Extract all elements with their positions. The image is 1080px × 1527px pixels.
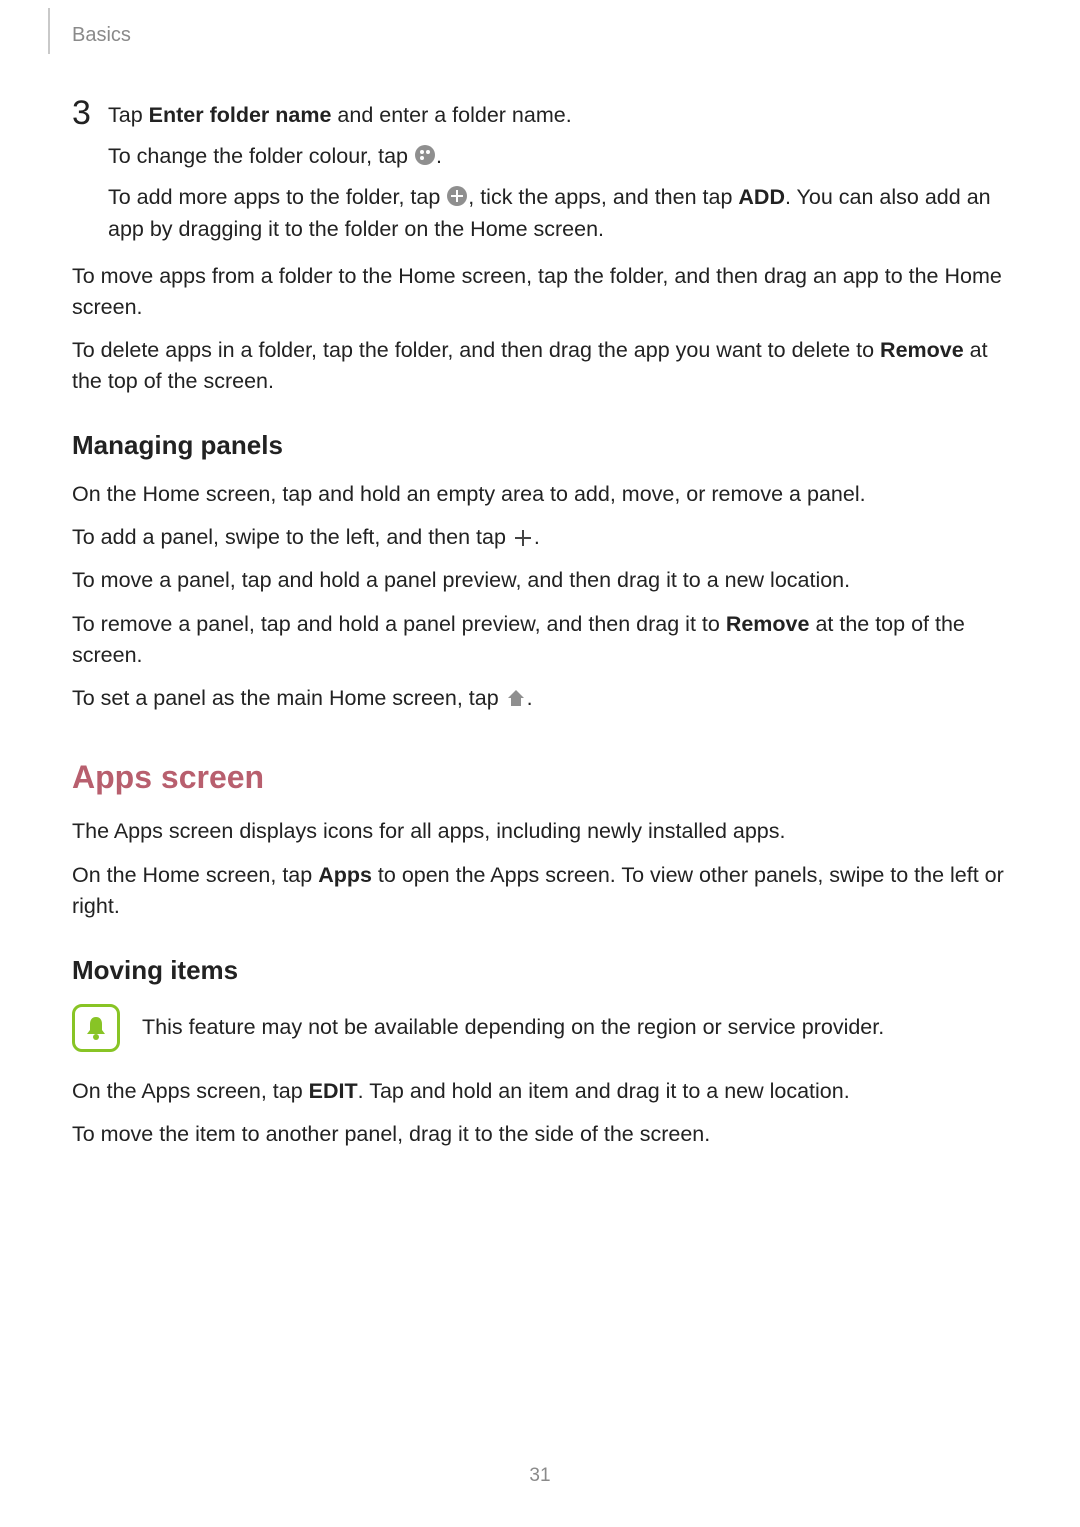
mp-p5: To set a panel as the main Home screen, …	[72, 683, 1008, 714]
plus-icon	[512, 527, 534, 549]
home-icon	[505, 687, 527, 709]
bold-text: Apps	[318, 863, 372, 887]
note-row: This feature may not be available depend…	[72, 1004, 1008, 1052]
folder-move-para: To move apps from a folder to the Home s…	[72, 261, 1008, 323]
text: To add more apps to the folder, tap	[108, 185, 446, 209]
bold-text: Enter folder name	[149, 103, 332, 127]
manual-page: Basics 3 Tap Enter folder name and enter…	[0, 0, 1080, 1527]
bold-text: ADD	[738, 185, 785, 209]
text: On the Home screen, tap	[72, 863, 318, 887]
text: To change the folder colour, tap	[108, 144, 414, 168]
step-3: 3 Tap Enter folder name and enter a fold…	[72, 100, 1008, 255]
text: and enter a folder name.	[331, 103, 571, 127]
text: To delete apps in a folder, tap the fold…	[72, 338, 880, 362]
text: . Tap and hold an item and drag it to a …	[358, 1079, 850, 1103]
chapter-label: Basics	[72, 24, 131, 47]
mp-p1: On the Home screen, tap and hold an empt…	[72, 479, 1008, 510]
mp-p2: To add a panel, swipe to the left, and t…	[72, 522, 1008, 553]
mi-p2: To move the item to another panel, drag …	[72, 1119, 1008, 1150]
text: To set a panel as the main Home screen, …	[72, 686, 505, 710]
text: To add a panel, swipe to the left, and t…	[72, 525, 512, 549]
mi-p1: On the Apps screen, tap EDIT. Tap and ho…	[72, 1076, 1008, 1107]
text: , tick the apps, and then tap	[468, 185, 738, 209]
step3-line3: To add more apps to the folder, tap , ti…	[108, 182, 1008, 244]
page-content: 3 Tap Enter folder name and enter a fold…	[72, 100, 1008, 1150]
bold-text: EDIT	[309, 1079, 358, 1103]
mp-p4: To remove a panel, tap and hold a panel …	[72, 609, 1008, 671]
palette-icon	[414, 144, 436, 166]
heading-apps-screen: Apps screen	[72, 754, 1008, 800]
text: .	[436, 144, 442, 168]
step-number: 3	[72, 96, 108, 132]
folder-paragraphs: To move apps from a folder to the Home s…	[72, 261, 1008, 398]
heading-moving-items: Moving items	[72, 952, 1008, 990]
note-text: This feature may not be available depend…	[142, 1012, 884, 1043]
as-p2: On the Home screen, tap Apps to open the…	[72, 860, 1008, 922]
bold-text: Remove	[726, 612, 810, 636]
bell-icon	[81, 1013, 111, 1043]
add-circle-icon	[446, 185, 468, 207]
step3-line1: Tap Enter folder name and enter a folder…	[108, 100, 1008, 131]
page-number: 31	[0, 1465, 1080, 1487]
bold-text: Remove	[880, 338, 964, 362]
text: .	[527, 686, 533, 710]
as-p1: The Apps screen displays icons for all a…	[72, 816, 1008, 847]
folder-delete-para: To delete apps in a folder, tap the fold…	[72, 335, 1008, 397]
step-body: Tap Enter folder name and enter a folder…	[108, 100, 1008, 255]
note-icon	[72, 1004, 120, 1052]
text: .	[534, 525, 540, 549]
text: On the Apps screen, tap	[72, 1079, 309, 1103]
step3-line2: To change the folder colour, tap .	[108, 141, 1008, 172]
mp-p3: To move a panel, tap and hold a panel pr…	[72, 565, 1008, 596]
heading-managing-panels: Managing panels	[72, 427, 1008, 465]
text: To remove a panel, tap and hold a panel …	[72, 612, 726, 636]
text: Tap	[108, 103, 149, 127]
chapter-rule	[48, 8, 50, 54]
